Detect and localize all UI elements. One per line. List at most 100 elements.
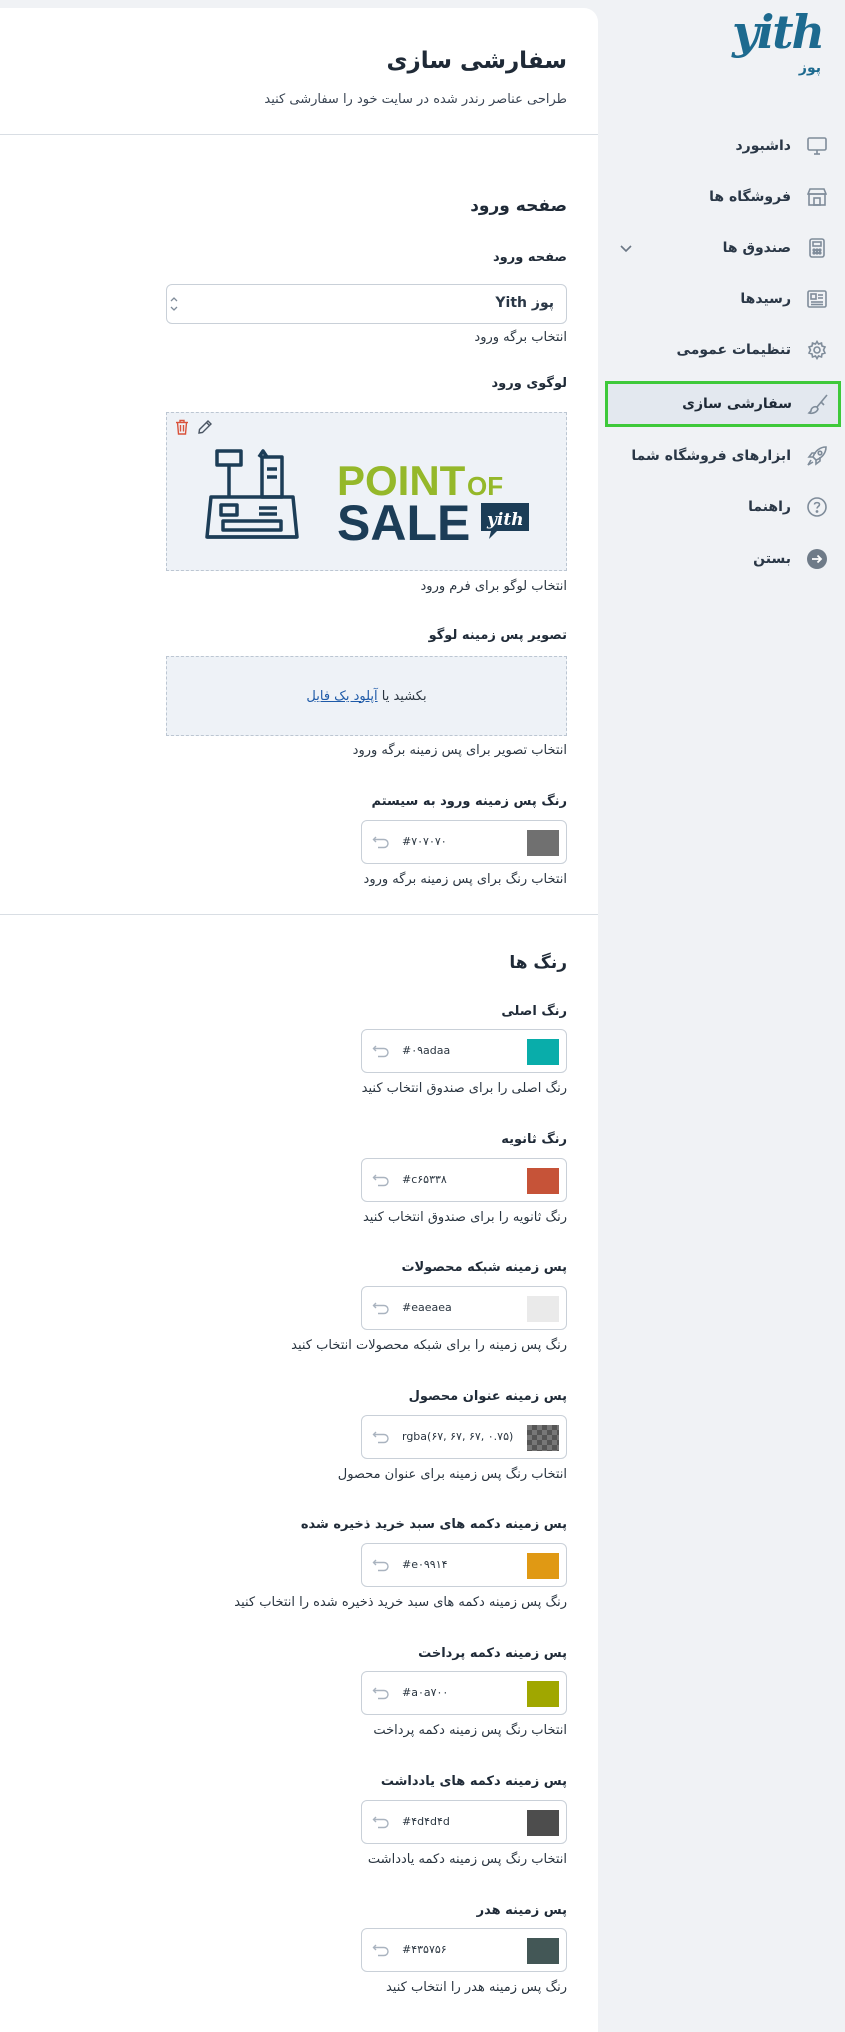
receipt-icon	[805, 287, 829, 311]
field-label-note-buttons-bg: پس زمینه دکمه های یادداشت	[380, 1774, 567, 1789]
field-desc-product-title-bg: انتخاب رنگ پس زمینه برای عنوان محصول	[337, 1467, 567, 1482]
field-desc-login-page: انتخاب برگه ورود	[474, 330, 567, 345]
color-hex-value[interactable]: #۰۹adaa	[402, 1044, 450, 1057]
color-hex-value[interactable]: #e۰۹۹۱۴	[402, 1558, 448, 1571]
secondary-color-picker[interactable]: #c۶۵۳۳۸	[361, 1158, 567, 1202]
saved-cart-bg-color-picker[interactable]: #e۰۹۹۱۴	[361, 1543, 567, 1587]
sidebar-item-label: داشبورد	[735, 138, 792, 154]
sidebar-item-label: صندوق ها	[722, 240, 791, 256]
sidebar-item-customization[interactable]: سفارشی سازی	[605, 381, 841, 427]
color-swatch[interactable]	[527, 1938, 559, 1964]
register-icon	[805, 236, 829, 260]
store-icon	[805, 185, 829, 209]
color-hex-value[interactable]: #eaeaea	[402, 1301, 452, 1314]
color-swatch[interactable]	[527, 1039, 559, 1065]
color-hex-value[interactable]: #a۰a۷۰۰	[402, 1686, 448, 1699]
sidebar-item-registers[interactable]: صندوق ها	[609, 225, 837, 271]
field-label-pay-button-bg: پس زمینه دکمه پرداخت	[418, 1646, 567, 1661]
login-page-select-value: Yith پوز	[495, 295, 554, 311]
primary-color-picker[interactable]: #۰۹adaa	[361, 1029, 567, 1073]
brand-sub-label: پوز	[798, 60, 821, 76]
field-label-primary-color: رنگ اصلی	[501, 1004, 567, 1019]
field-desc-product-grid-bg: رنگ پس زمینه را برای شبکه محصولات انتخاب…	[291, 1338, 567, 1353]
close-arrow-icon	[805, 547, 829, 571]
reset-icon[interactable]	[372, 1429, 390, 1448]
page-subtitle: طراحی عناصر رندر شده در سایت خود را سفار…	[264, 92, 567, 107]
field-label-login-bg-color: رنگ پس زمینه ورود به سیستم	[371, 794, 568, 809]
sidebar-item-label: فروشگاه ها	[709, 189, 791, 205]
field-desc-saved-cart-bg: رنگ پس زمینه دکمه های سبد خرید ذخیره شده…	[234, 1595, 567, 1610]
reset-icon[interactable]	[372, 1043, 390, 1062]
field-label-product-grid-bg: پس زمینه شبکه محصولات	[401, 1260, 567, 1275]
point-of-sale-logo: POINT OF SALE yith	[205, 449, 529, 547]
logo-bg-dropzone[interactable]: بکشید یا آپلود یک فایل	[166, 656, 567, 736]
color-swatch[interactable]	[527, 1681, 559, 1707]
sidebar: yith پوز داشبورد فروشگاه ها صندوق ها رسی…	[601, 0, 845, 2032]
brand-logo[interactable]: yith پوز	[723, 5, 825, 76]
reset-icon[interactable]	[372, 1942, 390, 1961]
color-hex-value[interactable]: #۴d۴d۴d	[402, 1815, 450, 1828]
color-swatch[interactable]	[527, 1425, 559, 1451]
note-buttons-bg-color-picker[interactable]: #۴d۴d۴d	[361, 1800, 567, 1844]
reset-icon[interactable]	[372, 1557, 390, 1576]
sidebar-item-dashboard[interactable]: داشبورد	[609, 123, 837, 169]
sidebar-item-label: ابزارهای فروشگاه شما	[631, 448, 791, 464]
edit-pencil-icon[interactable]	[197, 419, 213, 439]
sidebar-item-general-settings[interactable]: تنظیمات عمومی	[609, 327, 837, 373]
reset-icon[interactable]	[372, 1814, 390, 1833]
reset-icon[interactable]	[372, 1685, 390, 1704]
pay-button-bg-color-picker[interactable]: #a۰a۷۰۰	[361, 1671, 567, 1715]
reset-icon[interactable]	[372, 1300, 390, 1319]
header-bg-color-picker[interactable]: #۴۳۵۷۵۶	[361, 1928, 567, 1972]
field-desc-note-buttons-bg: انتخاب رنگ پس زمینه دکمه یادداشت	[367, 1852, 567, 1867]
rocket-icon	[805, 444, 829, 468]
section-title-login: صفحه ورود	[470, 196, 567, 216]
logo-word-sale: SALE	[337, 495, 470, 547]
color-swatch[interactable]	[527, 830, 559, 856]
page-title: سفارشی سازی	[386, 48, 567, 74]
sidebar-item-label: تنظیمات عمومی	[676, 342, 791, 358]
color-hex-value[interactable]: #c۶۵۳۳۸	[402, 1173, 447, 1186]
chevron-down-icon[interactable]	[619, 239, 633, 258]
header-divider	[0, 134, 598, 135]
sidebar-item-store-tools[interactable]: ابزارهای فروشگاه شما	[609, 433, 837, 479]
sidebar-item-label: سفارشی سازی	[682, 396, 792, 412]
logo-word-of: OF	[467, 471, 503, 501]
color-hex-value[interactable]: #۷۰۷۰۷۰	[402, 835, 447, 848]
field-label-logo-bg: تصویر پس زمینه لوگو	[428, 628, 567, 643]
sidebar-item-close[interactable]: بستن	[609, 536, 837, 582]
logo-tools	[175, 419, 213, 439]
field-label-login-logo: لوگوی ورود	[491, 376, 568, 391]
color-swatch[interactable]	[527, 1553, 559, 1579]
section-title-colors: رنگ ها	[509, 953, 567, 973]
trash-icon[interactable]	[175, 419, 189, 439]
monitor-icon	[805, 134, 829, 158]
color-swatch[interactable]	[527, 1296, 559, 1322]
product-grid-bg-color-picker[interactable]: #eaeaea	[361, 1286, 567, 1330]
field-desc-header-bg: رنگ پس زمینه هدر را انتخاب کنید	[385, 1980, 567, 1995]
upload-file-link[interactable]: آپلود یک فایل	[306, 689, 377, 704]
field-desc-primary-color: رنگ اصلی را برای صندوق انتخاب کنید	[361, 1081, 567, 1096]
select-arrows-icon	[169, 294, 179, 316]
color-swatch[interactable]	[527, 1168, 559, 1194]
field-desc-login-logo: انتخاب لوگو برای فرم ورود	[420, 579, 568, 594]
login-bg-color-picker[interactable]: #۷۰۷۰۷۰	[361, 820, 567, 864]
sidebar-item-receipts[interactable]: رسیدها	[609, 276, 837, 322]
brand-logo-text: yith	[732, 5, 825, 59]
field-desc-pay-button-bg: انتخاب رنگ پس زمینه دکمه پرداخت	[373, 1723, 567, 1738]
logo-badge-yith: yith	[486, 510, 524, 530]
color-hex-value[interactable]: rgba(۶۷, ۶۷, ۶۷, ۰.۷۵)	[402, 1430, 513, 1443]
field-label-login-page: صفحه ورود	[492, 250, 567, 265]
field-desc-login-bg-color: انتخاب رنگ برای پس زمینه برگه ورود	[363, 872, 567, 887]
section-divider	[0, 914, 598, 915]
product-title-bg-color-picker[interactable]: rgba(۶۷, ۶۷, ۶۷, ۰.۷۵)	[361, 1415, 567, 1459]
color-hex-value[interactable]: #۴۳۵۷۵۶	[402, 1943, 447, 1956]
field-desc-logo-bg: انتخاب تصویر برای پس زمینه برگه ورود	[352, 743, 567, 758]
reset-icon[interactable]	[372, 834, 390, 853]
sidebar-item-label: راهنما	[748, 499, 791, 515]
sidebar-item-help[interactable]: راهنما	[609, 484, 837, 530]
sidebar-item-stores[interactable]: فروشگاه ها	[609, 174, 837, 220]
login-page-select[interactable]: Yith پوز	[166, 284, 567, 324]
reset-icon[interactable]	[372, 1172, 390, 1191]
color-swatch[interactable]	[527, 1810, 559, 1836]
